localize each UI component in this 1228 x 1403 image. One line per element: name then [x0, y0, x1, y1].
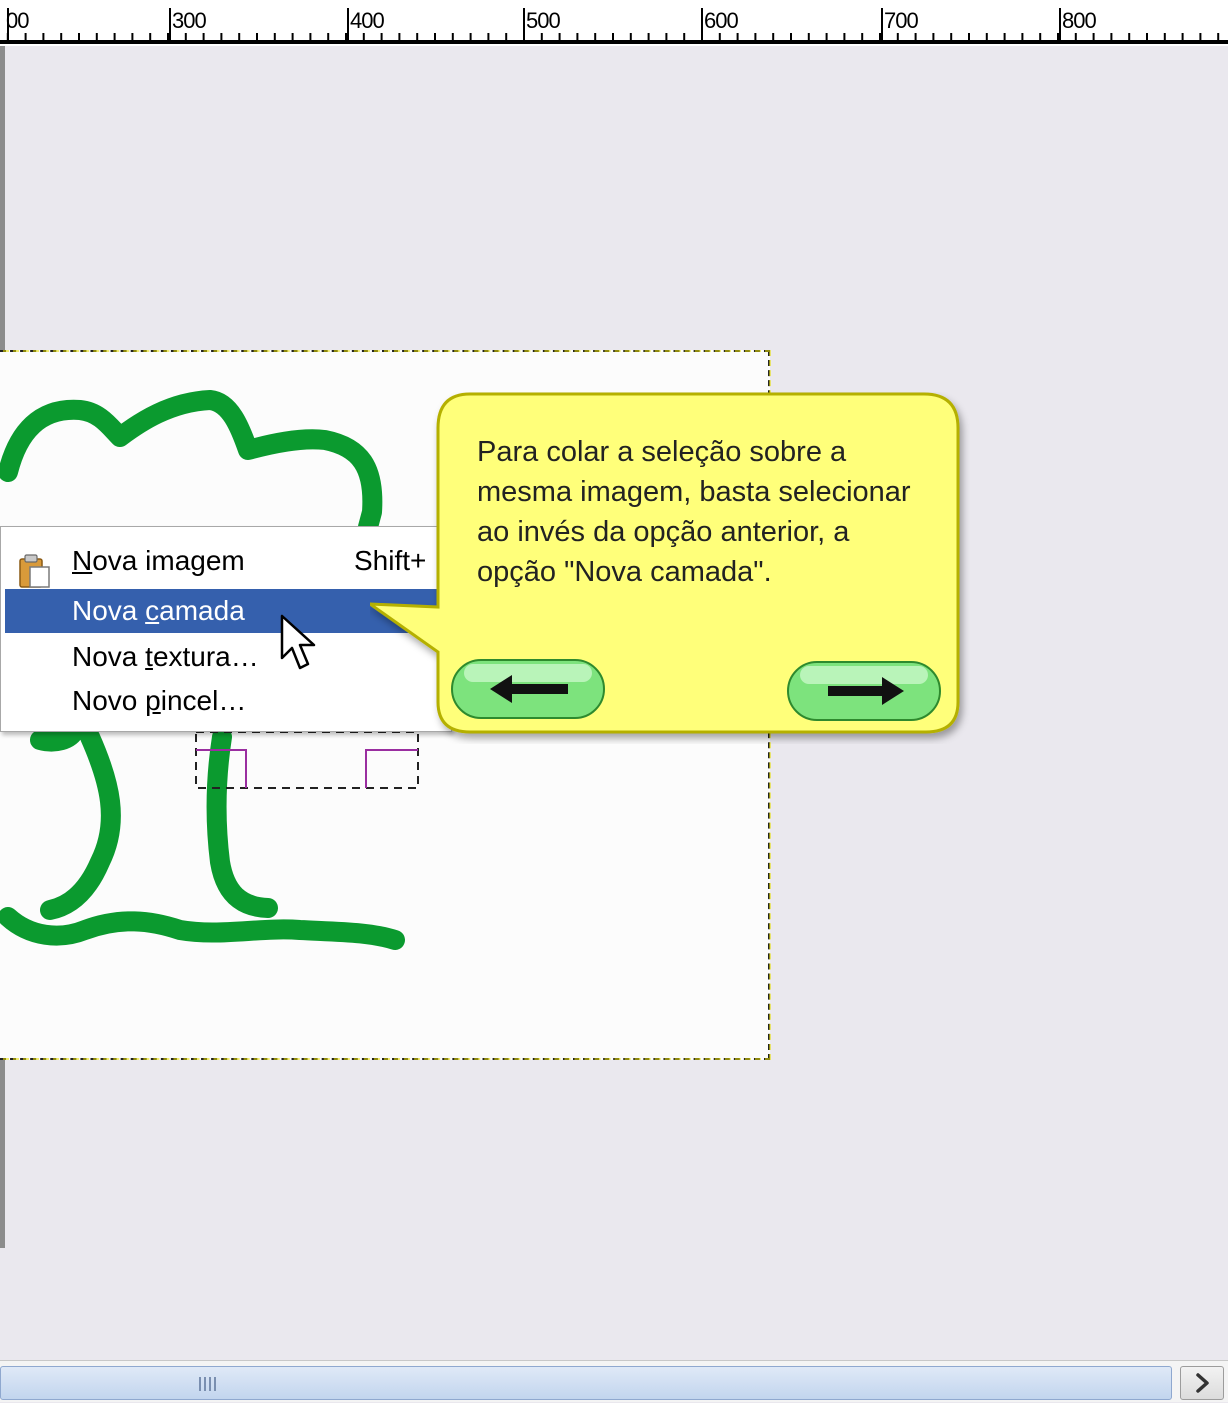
- paste-clipboard-icon: [19, 554, 50, 588]
- chevron-right-icon: [1196, 1373, 1209, 1393]
- horizontal-ruler: 00 300 400 500 600 700 800: [0, 0, 1228, 46]
- ruler-label: 500: [526, 8, 561, 33]
- scroll-right-button[interactable]: [1180, 1366, 1224, 1400]
- scroll-grip-icon: [199, 1377, 216, 1391]
- ruler-label: 300: [172, 8, 207, 33]
- menu-item-label: Nova imagem: [72, 545, 245, 576]
- previous-step-button[interactable]: [450, 658, 606, 720]
- scrollbar-thumb[interactable]: [0, 1366, 1172, 1400]
- next-step-button[interactable]: [786, 660, 942, 722]
- menu-item-label: Novo pincel…: [72, 685, 247, 716]
- callout-text: Para colar a seleção sobre a mesma image…: [477, 436, 911, 588]
- ruler-label: 00: [6, 8, 30, 33]
- menu-item-label: Nova textura…: [72, 641, 259, 672]
- menu-item-label: Nova camada: [72, 595, 245, 626]
- ruler-label: 700: [884, 8, 919, 33]
- horizontal-scrollbar[interactable]: [0, 1360, 1228, 1402]
- mouse-pointer-icon: [280, 614, 316, 670]
- ruler-label: 400: [350, 8, 385, 33]
- ruler-label: 800: [1062, 8, 1097, 33]
- ruler-label: 600: [704, 8, 739, 33]
